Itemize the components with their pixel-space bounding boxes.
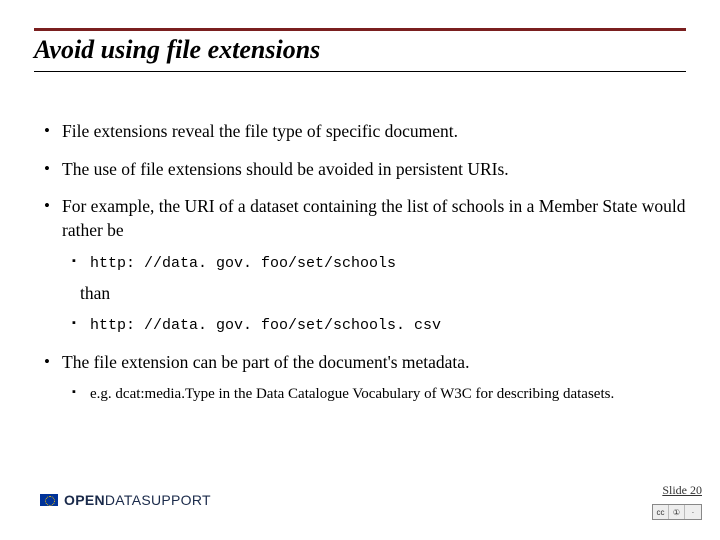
license-icon: · [685, 505, 701, 519]
bullet-text: The file extension can be part of the do… [62, 352, 469, 372]
sub-list: e.g. dcat:media.Type in the Data Catalog… [62, 384, 686, 404]
title-block: Avoid using file extensions [34, 28, 686, 72]
cc-icon: cc [653, 505, 669, 519]
bullet-item: The file extension can be part of the do… [34, 351, 686, 405]
bullet-item: File extensions reveal the file type of … [34, 120, 686, 144]
sub-list: http: //data. gov. foo/set/schools. csv [62, 315, 686, 336]
bullet-item: The use of file extensions should be avo… [34, 158, 686, 182]
logo-data: DATA [105, 492, 141, 508]
slide-number: Slide 20 [662, 483, 702, 498]
sub-item: http: //data. gov. foo/set/schools [62, 253, 686, 274]
bullet-list: File extensions reveal the file type of … [34, 120, 686, 405]
uri-bad: http: //data. gov. foo/set/schools. csv [90, 317, 441, 334]
slide: Avoid using file extensions File extensi… [0, 0, 720, 540]
sub-list: http: //data. gov. foo/set/schools [62, 253, 686, 274]
bullet-text: For example, the URI of a dataset contai… [62, 196, 686, 240]
sub-item: e.g. dcat:media.Type in the Data Catalog… [62, 384, 686, 404]
eu-flag-icon [40, 494, 58, 506]
bullet-item: For example, the URI of a dataset contai… [34, 195, 686, 336]
content-area: File extensions reveal the file type of … [34, 120, 686, 405]
logo-open: OPEN [64, 492, 105, 508]
logo-support: SUPPORT [141, 492, 211, 508]
sub-item: http: //data. gov. foo/set/schools. csv [62, 315, 686, 336]
by-icon: ① [669, 505, 685, 519]
uri-good: http: //data. gov. foo/set/schools [90, 255, 396, 272]
cc-license-badge: cc ① · [652, 504, 702, 520]
logo-text: OPENDATASUPPORT [64, 492, 211, 508]
slide-title: Avoid using file extensions [34, 35, 686, 72]
footer: OPENDATASUPPORT Slide 20 cc ① · [0, 480, 720, 528]
than-text: than [80, 282, 686, 306]
logo: OPENDATASUPPORT [40, 492, 211, 508]
